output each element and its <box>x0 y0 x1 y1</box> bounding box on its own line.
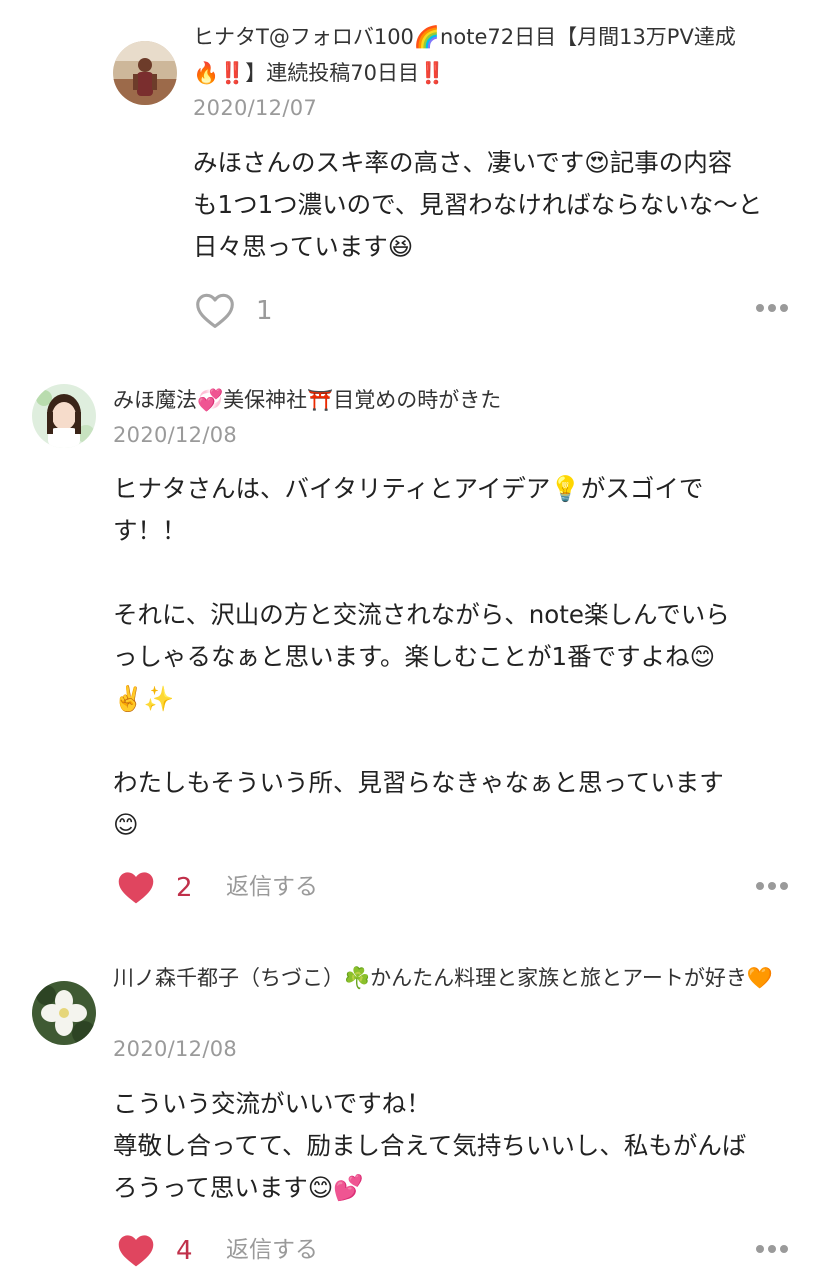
comment-body: こういう交流がいいですね！ 尊敬し合ってて、励まし合えて気持ちいいし、私もがんば… <box>113 1083 813 1209</box>
comment-text-line: 日々思っています😆 <box>193 232 414 261</box>
more-dots-icon[interactable] <box>754 1243 790 1255</box>
reply-button[interactable]: 返信する <box>226 1235 318 1265</box>
heart-filled-icon[interactable] <box>115 868 157 906</box>
avatar[interactable] <box>32 981 96 1045</box>
like-count: 1 <box>256 296 273 326</box>
comment-text-line: 尊敬し合ってて、励まし合えて気持ちいいし、私もがんば <box>113 1131 747 1160</box>
comment-date: 2020/12/07 <box>193 96 318 120</box>
comment-text-line: 😊 <box>113 810 139 839</box>
comment-body: ヒナタさんは、バイタリティとアイデア💡がスゴイで す！！ それに、沢山の方と交流… <box>113 468 813 846</box>
heart-filled-icon[interactable] <box>115 1231 157 1269</box>
comment-text-line: こういう交流がいいですね！ <box>113 1089 431 1118</box>
avatar-image <box>113 41 177 105</box>
comment-text-line: みほさんのスキ率の高さ、凄いです😍記事の内容 <box>193 148 733 177</box>
avatar[interactable] <box>113 41 177 105</box>
more-dots-icon[interactable] <box>754 302 790 314</box>
comment-author[interactable]: ヒナタT@フォロバ100🌈note72日目【月間13万PV達成🔥‼️】連続投稿7… <box>193 19 793 91</box>
avatar-image <box>32 981 96 1045</box>
comment-date: 2020/12/08 <box>113 423 238 447</box>
comment-text-line: も1つ1つ濃いので、見習わなければならないな〜と <box>193 190 763 219</box>
comment-author[interactable]: みほ魔法💞美保神社⛩️目覚めの時がきた <box>113 382 803 418</box>
comment-text-line: っしゃるなぁと思います。楽しむことが1番ですよね😊 <box>113 642 716 671</box>
comment-text-line: ヒナタさんは、バイタリティとアイデア💡がスゴイで <box>113 474 704 503</box>
comment-text-line: ろうって思います😊💕 <box>113 1173 364 1202</box>
comment-text-line: ✌️✨ <box>113 684 175 713</box>
avatar[interactable] <box>32 384 96 448</box>
more-dots-icon[interactable] <box>754 880 790 892</box>
comment-text-line: わたしもそういう所、見習らなきゃなぁと思っています <box>113 768 724 797</box>
comment-text-line: す！！ <box>113 516 187 545</box>
like-count: 4 <box>176 1236 193 1266</box>
comment-text-line: それに、沢山の方と交流されながら、note楽しんでいら <box>113 600 730 629</box>
comment-author[interactable]: 川ノ森千都子（ちづこ）☘️かんたん料理と家族と旅とアートが好き🧡 <box>113 960 793 996</box>
comment-body: みほさんのスキ率の高さ、凄いです😍記事の内容 も1つ1つ濃いので、見習わなければ… <box>193 142 803 268</box>
reply-button[interactable]: 返信する <box>226 872 318 902</box>
like-count: 2 <box>176 873 193 903</box>
heart-outline-icon[interactable] <box>194 291 236 329</box>
avatar-image <box>32 384 96 448</box>
comment-date: 2020/12/08 <box>113 1037 238 1061</box>
